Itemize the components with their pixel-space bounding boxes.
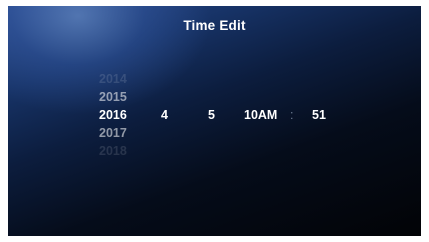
year-option[interactable]: 2017	[99, 124, 139, 142]
year-option-selected[interactable]: 2016	[99, 106, 139, 124]
year-option[interactable]: 2018	[99, 142, 139, 160]
date-time-picker: 2014 2015 2016 2017 2018 4 5 10AM : 51	[8, 6, 421, 236]
year-option[interactable]: 2014	[99, 70, 139, 88]
day-value[interactable]: 5	[208, 106, 215, 124]
hour-value[interactable]: 10AM	[244, 106, 277, 124]
time-separator: :	[290, 108, 294, 122]
year-wheel[interactable]: 2014 2015 2016 2017 2018	[99, 70, 139, 160]
minute-value[interactable]: 51	[312, 106, 326, 124]
year-option[interactable]: 2015	[99, 88, 139, 106]
time-edit-screen: Time Edit 2014 2015 2016 2017 2018 4 5 1…	[8, 6, 421, 236]
month-value[interactable]: 4	[161, 106, 168, 124]
